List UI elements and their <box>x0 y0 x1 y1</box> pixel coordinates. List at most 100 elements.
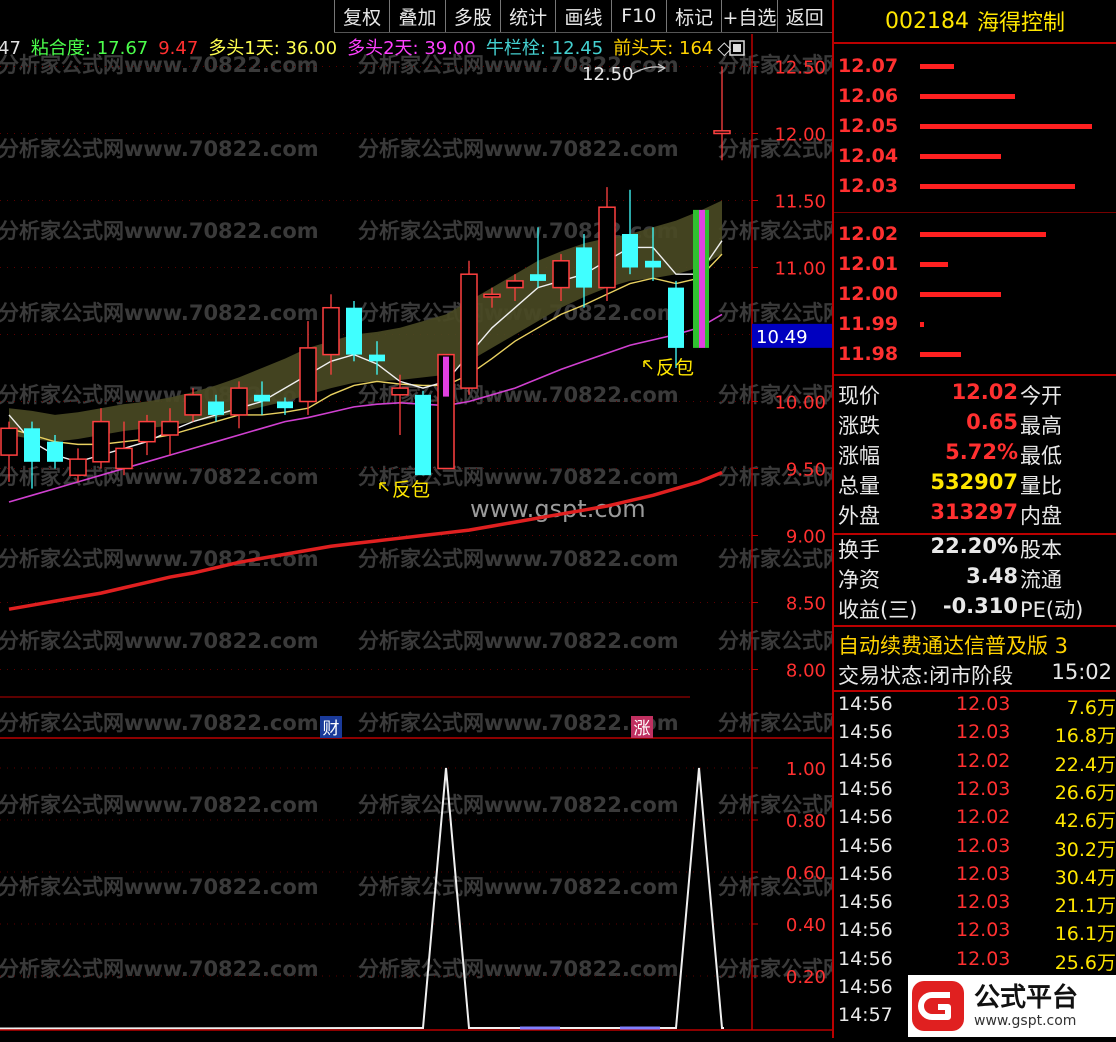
order-book-bar <box>920 262 948 267</box>
price-tick-label: 12.00 <box>774 125 826 146</box>
quote-value: 3.48 <box>966 564 1018 588</box>
candle-body <box>552 260 570 289</box>
candle-body <box>713 130 731 135</box>
trade-state-time: 15:02 <box>1051 660 1112 684</box>
price-tick-label: 8.50 <box>786 594 826 615</box>
quote-row: 换手 22.20% 股本 <box>834 534 1116 564</box>
quote-row: 净资 3.48 流通 <box>834 564 1116 594</box>
fanbao-arrow-icon <box>643 360 653 370</box>
current-price-label: 10.49 <box>756 327 808 348</box>
watermark-text: 分析家公式网www.70822.com <box>358 629 679 653</box>
toolbar-button-5[interactable]: F10 <box>610 0 666 32</box>
candle-body <box>92 420 110 463</box>
quote-row: 总量 532907 量比 <box>834 470 1116 500</box>
order-book-price: 12.04 <box>838 145 899 167</box>
watermark-layer: 分析家公式网www.70822.com 分析家公式网www.70822.com 分析… <box>0 53 1039 981</box>
order-book-bar <box>920 184 1075 189</box>
candle-body <box>24 428 40 462</box>
toolbar-button-6[interactable]: 标记 <box>665 0 721 32</box>
trade-state-label: 交易状态: <box>838 664 930 688</box>
candle-body <box>622 234 638 268</box>
toolbar-button-7[interactable]: +自选 <box>721 0 776 32</box>
watermark-text: 分析家公式网www.70822.com <box>358 137 679 161</box>
tick-row: 14:56 12.03 30.4万 <box>834 863 1116 891</box>
ind-tick-label: 0.40 <box>786 915 826 936</box>
tick-row: 14:56 12.03 16.1万 <box>834 919 1116 947</box>
tick-time: 14:56 <box>838 834 893 857</box>
candle-body <box>299 347 317 403</box>
quote-label-2: PE(动) <box>1020 598 1084 622</box>
ticker-text[interactable]: 自动续费通达信普及版 3 <box>838 630 1116 658</box>
stock-title[interactable]: 002184 海得控制 <box>834 0 1116 44</box>
order-book-bar <box>920 292 1001 297</box>
toolbar-button-1[interactable]: 叠加 <box>389 0 444 32</box>
trade-state: 交易状态:闭市阶段 15:02 <box>838 660 1116 690</box>
order-book-price: 11.99 <box>838 313 899 335</box>
chart-area[interactable]: 分析家公式网www.70822.com 分析家公式网www.70822.com 分析… <box>0 0 1039 1038</box>
ind-tick-label: 0.80 <box>786 811 826 832</box>
candle-body <box>415 394 431 476</box>
indicator-legend: 47 粘合度: 17.67 9.47 多头1天: 36.00 多头2天: 39.00 牛栏… <box>0 38 731 59</box>
watermark-text: 分析家公式网www.70822.com <box>718 219 832 243</box>
quote-label: 涨幅 <box>838 444 880 468</box>
indicator-legend-item: 47 <box>0 38 21 59</box>
quote-panel: 002184 海得控制 12.07 12.06 12.05 12.04 12.03 12.… <box>832 0 1116 1038</box>
watermark-text: 分析家公式网www.70822.com <box>0 793 319 817</box>
watermark-text: 分析家公式网www.70822.com <box>0 629 319 653</box>
tick-row: 14:56 12.03 30.2万 <box>834 835 1116 863</box>
gspt-logo-icon <box>912 981 964 1031</box>
quote-row: 收益(三) -0.310 PE(动) <box>834 594 1116 624</box>
tick-volume: 16.1万 <box>1054 923 1116 946</box>
divider <box>834 533 1116 535</box>
quote-label: 现价 <box>838 384 880 408</box>
order-book-bar <box>920 232 1046 237</box>
order-book-row: 12.05 <box>838 112 1114 140</box>
trade-state-value: 闭市阶段 <box>929 664 1014 688</box>
order-book-row: 12.04 <box>838 142 1114 170</box>
candle <box>299 321 317 415</box>
watermark-text: 分析家公式网www.70822.com <box>358 957 679 981</box>
quote-label: 涨跌 <box>838 414 880 438</box>
toolbar-button-3[interactable]: 统计 <box>499 0 555 32</box>
candle-body <box>322 306 340 356</box>
ind-tick-label: 0.60 <box>786 863 826 884</box>
order-book-price: 12.01 <box>838 253 899 275</box>
signal-bar-green <box>705 209 709 348</box>
tick-time: 14:56 <box>838 976 893 998</box>
candle-body <box>161 420 179 436</box>
watermark-text: 分析家公式网www.70822.com <box>718 547 832 571</box>
price-tick-label: 8.00 <box>786 661 826 682</box>
gspt-watermark: www.gspt.com <box>470 495 646 523</box>
tick-volume: 30.4万 <box>1054 866 1116 889</box>
tick-price: 12.03 <box>956 721 1011 744</box>
tick-volume: 25.6万 <box>1054 951 1116 974</box>
candle <box>346 301 362 362</box>
toolbar-button-2[interactable]: 多股 <box>444 0 500 32</box>
divider <box>834 625 1116 627</box>
order-book-bar <box>920 322 924 327</box>
candle-body <box>69 458 87 476</box>
tick-row: 14:56 12.02 42.6万 <box>834 806 1116 834</box>
tick-row: 14:56 12.02 22.4万 <box>834 750 1116 778</box>
price-tick-label: 11.50 <box>774 192 826 213</box>
tick-volume: 16.8万 <box>1054 725 1116 748</box>
logo-text: 公式平台 <box>974 983 1079 1013</box>
toolbar-button-4[interactable]: 画线 <box>555 0 610 32</box>
toolbar-button-0[interactable]: 复权 <box>334 0 389 32</box>
candle-body <box>115 447 133 470</box>
watermark-text: 分析家公式网www.70822.com <box>358 547 679 571</box>
order-book-row: 12.06 <box>838 82 1114 110</box>
candle-body <box>346 307 362 355</box>
watermark-text: 分析家公式网www.70822.com <box>0 219 319 243</box>
quote-label-2: 流通 <box>1020 568 1062 592</box>
indicator-legend-item: 牛栏栓: 12.45 <box>486 38 603 59</box>
quote-label: 总量 <box>838 474 880 498</box>
ma-red-line <box>8 470 723 611</box>
quote-label-2: 内盘 <box>1020 504 1062 528</box>
toolbar-button-8[interactable]: 返回 <box>776 0 832 32</box>
kline-chart[interactable]: 分析家公式网www.70822.com 分析家公式网www.70822.com 分析… <box>0 0 1039 1038</box>
candle-body <box>0 427 18 456</box>
stock-code: 002184 <box>885 8 969 34</box>
candle <box>415 390 431 476</box>
watermark-text: 分析家公式网www.70822.com <box>718 711 832 735</box>
